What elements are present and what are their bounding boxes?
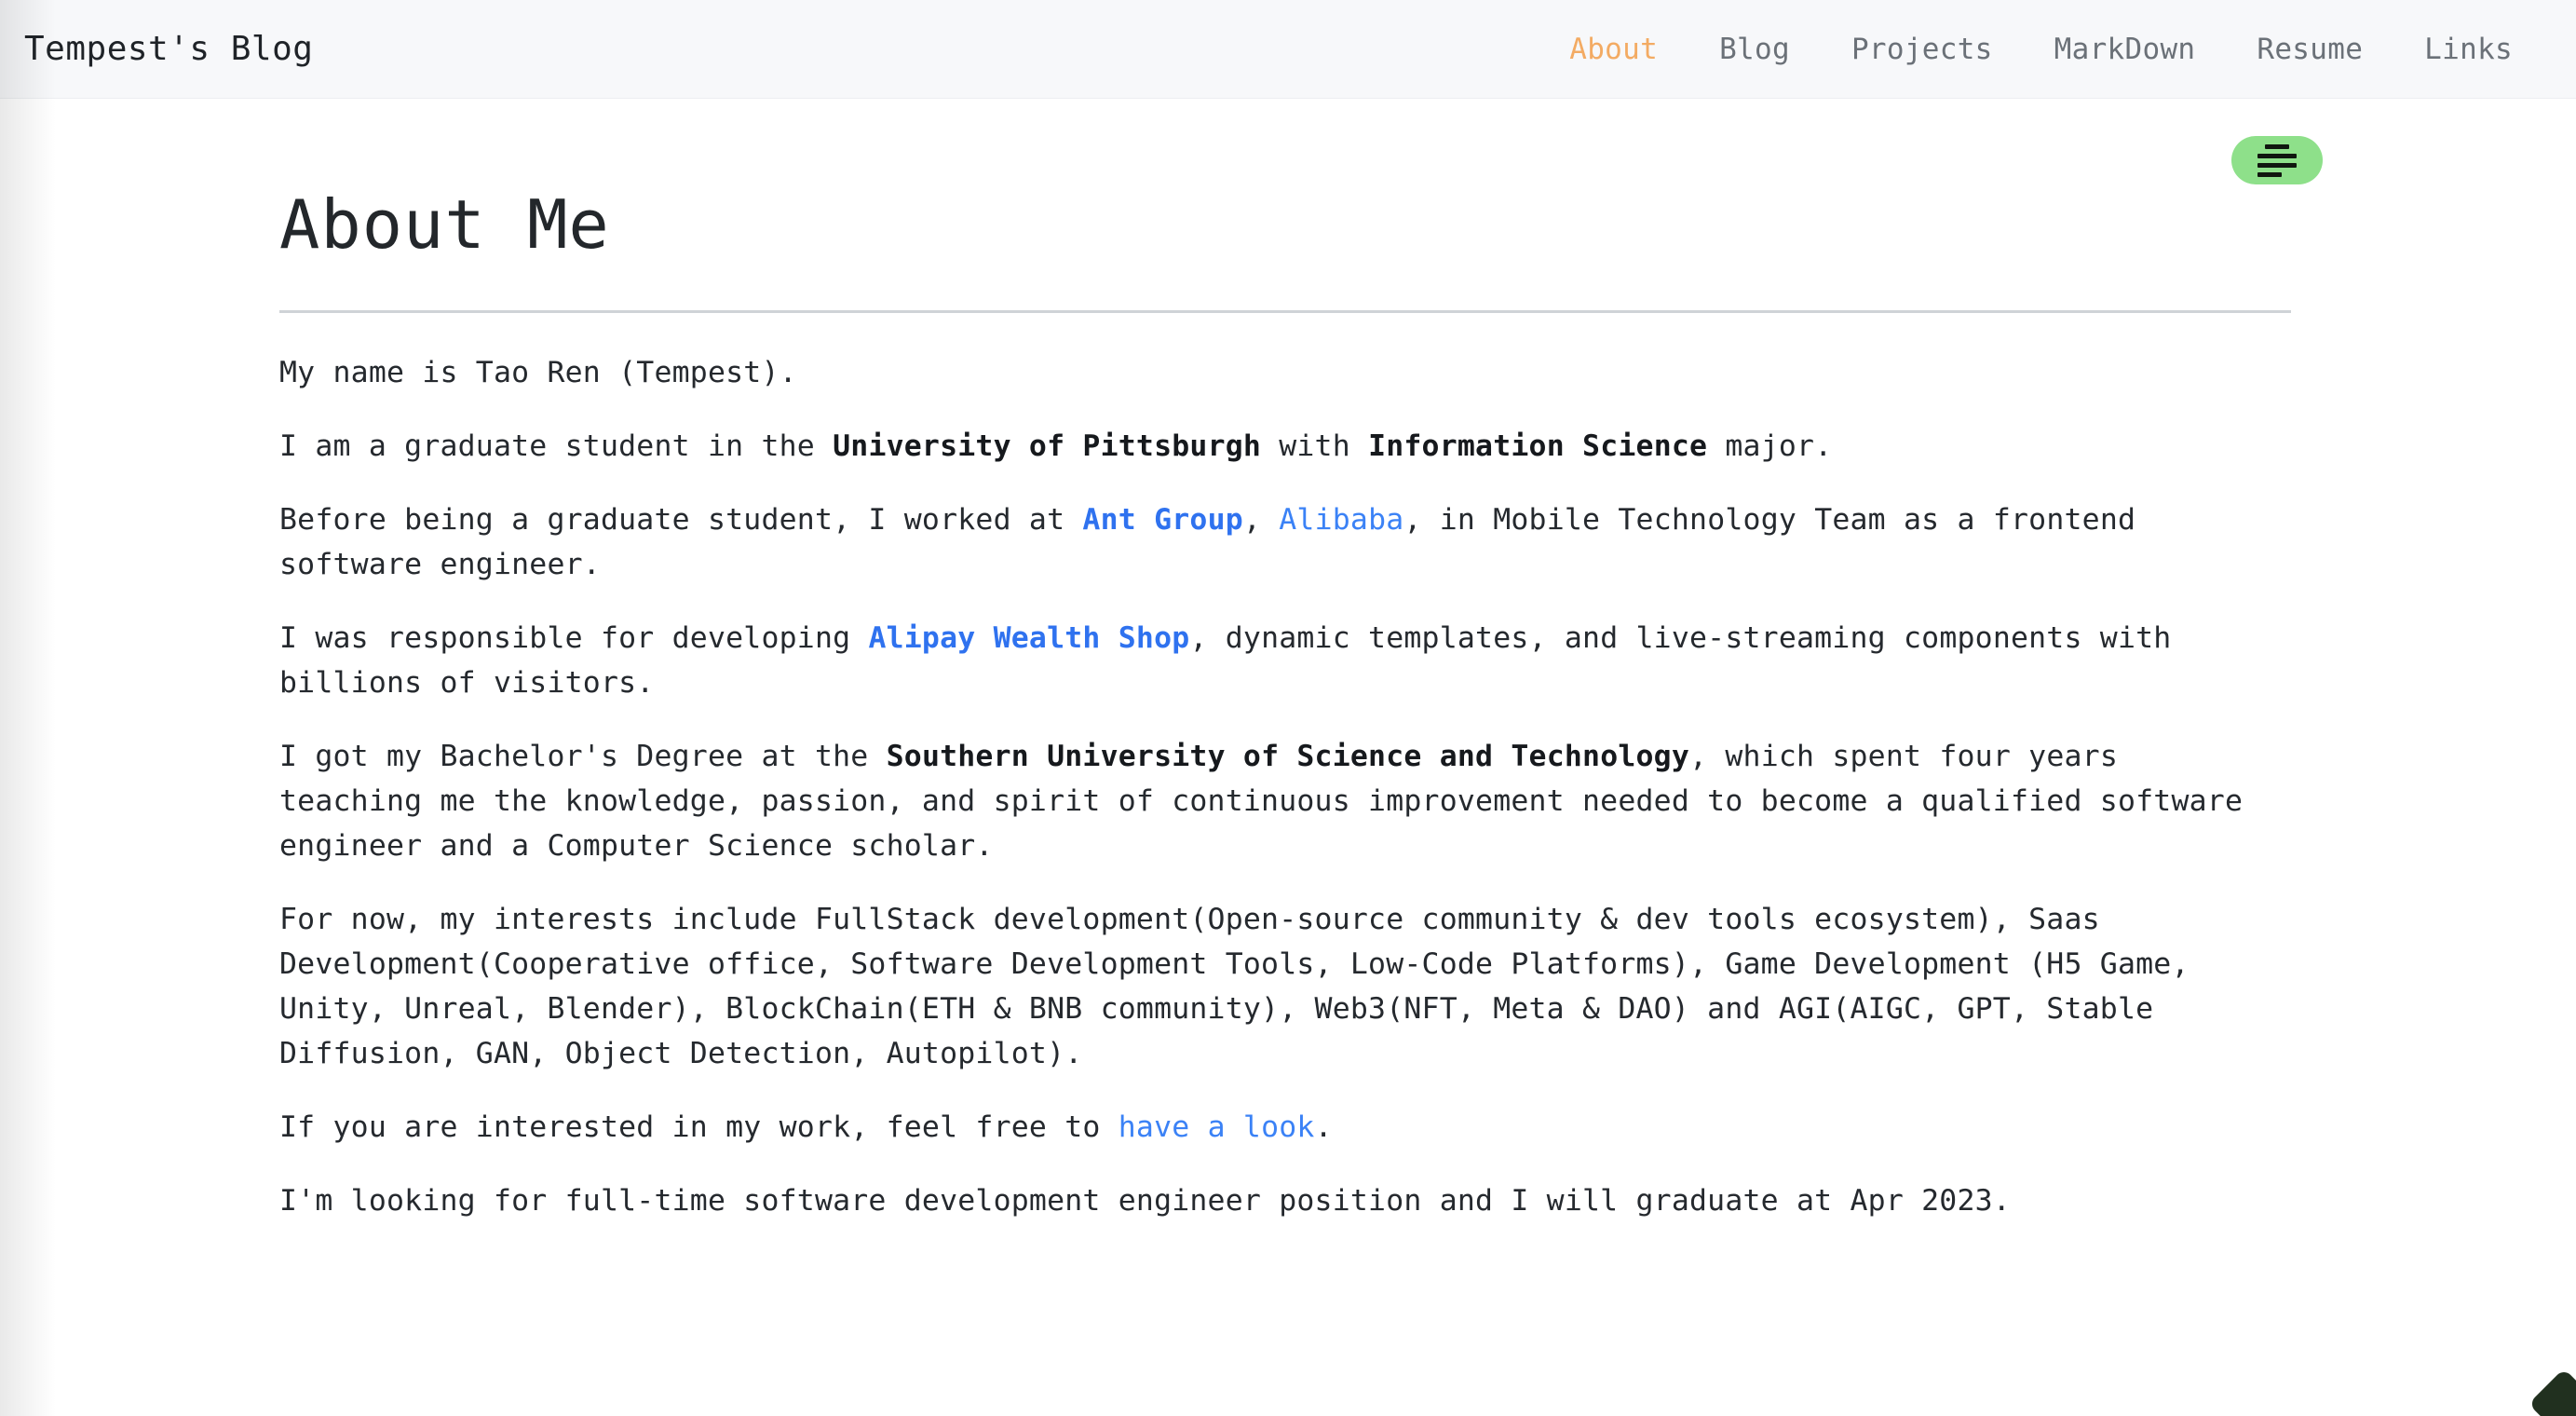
text-fragment: Before being a graduate student, I worke… [279, 502, 1083, 537]
paragraph-text: For now, my interests include FullStack … [279, 902, 2190, 1070]
text-fragment: If you are interested in my work, feel f… [279, 1110, 1119, 1144]
text-fragment: with [1261, 429, 1369, 463]
bachelor-university-name: Southern University of Science and Techn… [886, 739, 1690, 773]
nav-item-resume[interactable]: Resume [2226, 33, 2393, 66]
page-title: About Me [279, 185, 610, 264]
paragraph-job-seeking: I'm looking for full-time software devel… [279, 1178, 2258, 1223]
toc-toggle-button[interactable] [2231, 136, 2323, 184]
paragraph-responsibilities: I was responsible for developing Alipay … [279, 616, 2258, 705]
corner-widget-sliver[interactable] [2528, 1368, 2576, 1416]
article-body: My name is Tao Ren (Tempest). I am a gra… [279, 350, 2291, 1223]
text-fragment: major. [1707, 429, 1833, 463]
nav-item-about[interactable]: About [1539, 33, 1688, 66]
paragraph-education-current: I am a graduate student in the Universit… [279, 424, 2258, 469]
page-root: Tempest's Blog About Blog Projects MarkD… [0, 0, 2576, 1416]
link-alibaba[interactable]: Alibaba [1279, 503, 1403, 537]
paragraph-text: My name is Tao Ren (Tempest). [279, 355, 797, 389]
article-main: About Me My name is Tao Ren (Tempest). I… [279, 99, 2291, 1223]
text-fragment: . [1314, 1110, 1333, 1144]
major-name: Information Science [1368, 429, 1708, 463]
site-brand[interactable]: Tempest's Blog [24, 30, 313, 68]
nav-item-markdown[interactable]: MarkDown [2024, 33, 2227, 66]
link-alipay-wealth-shop[interactable]: Alipay Wealth Shop [868, 621, 1189, 655]
paragraph-bachelors-degree: I got my Bachelor's Degree at the Southe… [279, 734, 2258, 868]
paragraph-interests: For now, my interests include FullStack … [279, 897, 2258, 1076]
text-align-center-icon [2257, 143, 2297, 177]
nav-item-links[interactable]: Links [2393, 33, 2524, 66]
text-fragment: I got my Bachelor's Degree at the [279, 739, 887, 773]
university-name: University of Pittsburgh [833, 429, 1262, 463]
paragraph-work-history: Before being a graduate student, I worke… [279, 497, 2258, 587]
paragraph-name: My name is Tao Ren (Tempest). [279, 350, 2258, 395]
link-ant-group[interactable]: Ant Group [1082, 503, 1242, 537]
nav-item-blog[interactable]: Blog [1688, 33, 1821, 66]
main-navigation: About Blog Projects MarkDown Resume Link… [1539, 33, 2524, 66]
paragraph-call-to-action: If you are interested in my work, feel f… [279, 1105, 2258, 1150]
link-have-a-look[interactable]: have a look [1119, 1110, 1315, 1144]
site-header: Tempest's Blog About Blog Projects MarkD… [0, 0, 2576, 99]
page-left-edge-shadow [0, 0, 56, 1416]
nav-item-projects[interactable]: Projects [1821, 33, 2024, 66]
title-divider [279, 309, 2291, 313]
text-fragment: , [1242, 502, 1280, 537]
text-fragment: I was responsible for developing [279, 620, 869, 655]
text-fragment: I am a graduate student in the [279, 429, 834, 463]
paragraph-text: I'm looking for full-time software devel… [279, 1183, 2011, 1218]
